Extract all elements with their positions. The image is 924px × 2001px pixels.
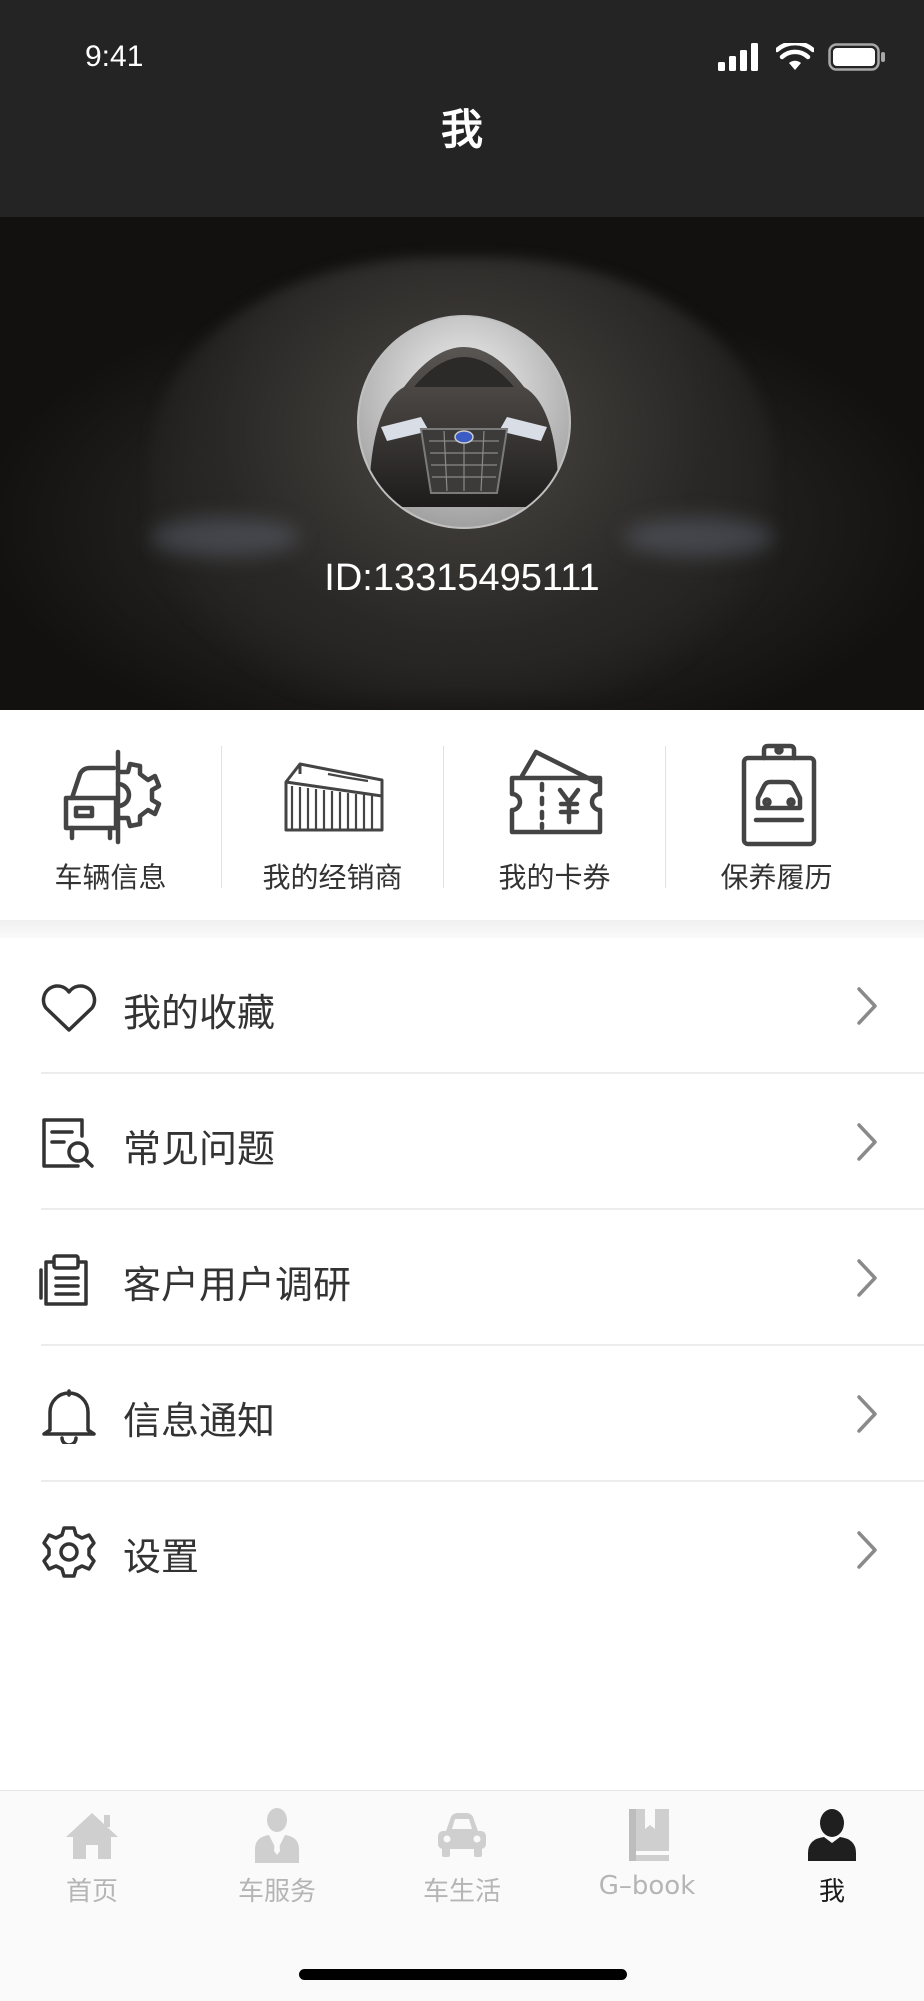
tab-car-life[interactable]: 车生活 — [370, 1805, 554, 1908]
menu-item-label: 信息通知 — [123, 1399, 276, 1443]
document-search-icon — [42, 1118, 94, 1168]
menu-item-customer-survey[interactable]: 客户用户调研 — [0, 1210, 924, 1346]
coupon-ticket-icon — [509, 749, 602, 835]
quick-item-label: 我的卡券 — [498, 861, 611, 894]
page-title: 我 — [440, 105, 483, 154]
quick-item-my-dealer[interactable]: 我的经销商 — [222, 710, 443, 920]
car-icon — [438, 1813, 486, 1857]
battery-icon — [828, 43, 885, 71]
tab-g-book[interactable]: G–book — [555, 1805, 739, 1901]
home-indicator — [299, 1969, 627, 1980]
home-icon — [66, 1813, 118, 1859]
quick-item-label: 保养履历 — [720, 861, 833, 894]
profile-header: ID:13315495111 — [0, 217, 924, 710]
section-gap — [0, 920, 924, 938]
status-time: 9:41 — [85, 40, 144, 73]
user-id: ID:13315495111 — [324, 557, 600, 599]
tab-label: 车服务 — [237, 1877, 316, 1907]
tab-car-service[interactable]: 车服务 — [185, 1805, 369, 1908]
tab-me[interactable]: 我 — [740, 1805, 924, 1908]
chevron-right-icon — [857, 1395, 877, 1433]
settings-list: 我的收藏 常见问题 客户用户调研 信息通知 设置 — [0, 938, 924, 1618]
quick-item-maintenance-history[interactable]: 保养履历 — [666, 710, 887, 920]
quick-item-vehicle-info[interactable]: 车辆信息 — [0, 710, 221, 920]
heart-icon — [41, 984, 97, 1032]
gear-icon — [42, 1526, 96, 1578]
status-icons — [718, 40, 886, 74]
signal-icon — [718, 43, 758, 71]
user-icon — [808, 1809, 856, 1861]
menu-item-label: 我的收藏 — [123, 991, 276, 1035]
survey-clipboard-icon — [39, 1254, 88, 1306]
tab-label: G–book — [598, 1871, 696, 1901]
chevron-right-icon — [857, 1531, 877, 1569]
book-icon — [629, 1809, 669, 1861]
dealership-building-icon — [284, 762, 383, 832]
menu-item-notifications[interactable]: 信息通知 — [0, 1346, 924, 1482]
wifi-icon — [776, 43, 814, 70]
chevron-right-icon — [857, 1259, 877, 1297]
tab-label: 首页 — [65, 1877, 118, 1907]
chevron-right-icon — [857, 987, 877, 1025]
bell-icon — [42, 1389, 96, 1444]
menu-item-label: 设置 — [123, 1535, 200, 1579]
menu-item-label: 客户用户调研 — [123, 1263, 352, 1307]
menu-item-settings[interactable]: 设置 — [0, 1482, 924, 1618]
avatar[interactable] — [357, 315, 571, 529]
quick-item-my-coupons[interactable]: 我的卡券 — [444, 710, 665, 920]
tab-label: 我 — [818, 1877, 845, 1907]
chevron-right-icon — [857, 1123, 877, 1161]
menu-item-label: 常见问题 — [123, 1127, 276, 1171]
top-bar: 9:41 我 — [0, 0, 924, 217]
car-avatar-image — [359, 317, 569, 527]
quick-item-label: 我的经销商 — [262, 861, 403, 894]
maintenance-clipboard-icon — [741, 743, 816, 847]
quick-item-label: 车辆信息 — [54, 861, 167, 894]
service-person-icon — [255, 1808, 299, 1863]
tab-home[interactable]: 首页 — [0, 1805, 184, 1908]
car-gear-icon — [63, 749, 161, 845]
quick-menu: 车辆信息 我的经销商 我的卡券 保养履历 — [0, 710, 924, 920]
tab-label: 车生活 — [422, 1877, 501, 1907]
menu-item-faq[interactable]: 常见问题 — [0, 1074, 924, 1210]
menu-item-favorites[interactable]: 我的收藏 — [0, 938, 924, 1074]
